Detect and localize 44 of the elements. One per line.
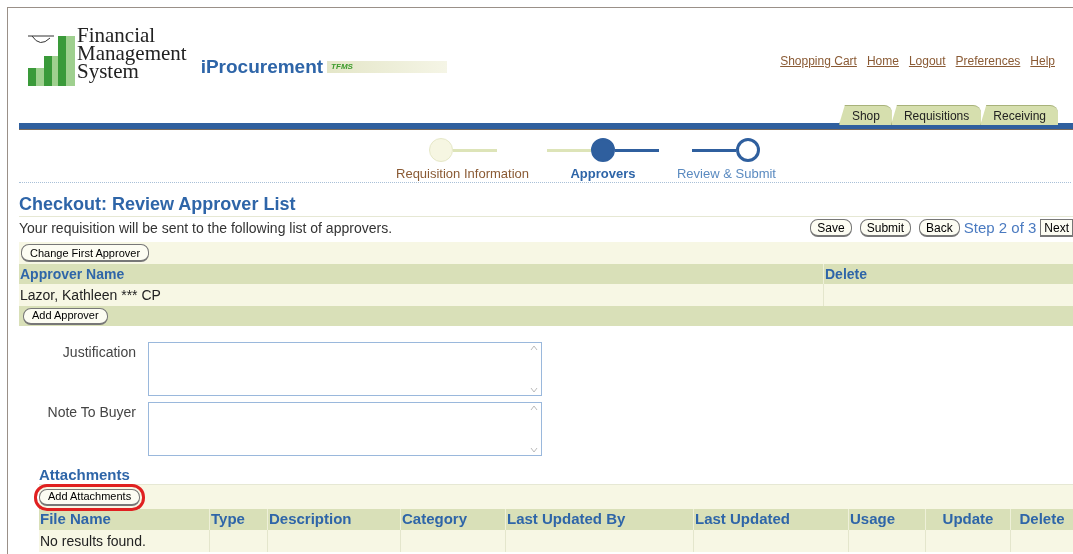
text-area[interactable] [148, 402, 542, 456]
table-cell-text: Lazor, Kathleen *** CP [19, 285, 162, 305]
column-header: Update [925, 509, 1010, 530]
column-header: Last Updated By [505, 509, 693, 530]
field-label: Note To Buyer [46, 403, 137, 422]
nav-tab[interactable]: Requisitions [890, 105, 982, 125]
action-button[interactable]: Save [810, 219, 852, 237]
header-link[interactable]: Preferences [955, 52, 1021, 70]
column-header: Category [400, 509, 505, 530]
next-button[interactable]: Next [1040, 219, 1073, 237]
column-header: Description [267, 509, 400, 530]
column-header: File Name [39, 509, 112, 530]
header-link[interactable]: Help [1030, 52, 1055, 70]
column-header: Type [209, 509, 267, 530]
column-header: Delete [823, 264, 1073, 284]
app-badge: TFMS [327, 61, 448, 74]
column-header: Usage [848, 509, 925, 530]
action-button[interactable]: Back [919, 219, 960, 237]
scroll-down-icon[interactable] [529, 385, 539, 395]
app-title: iProcurement [200, 55, 324, 79]
instruction-text: Your requisition will be sent to the following list of approvers. [19, 218, 393, 238]
scroll-down-icon[interactable] [529, 445, 539, 455]
section-heading: Attachments [39, 466, 131, 484]
header-link[interactable]: Logout [908, 52, 946, 70]
nav-tab[interactable]: Shop [838, 105, 892, 125]
action-button[interactable]: Submit [859, 219, 912, 237]
header-link[interactable]: Shopping Cart [780, 52, 857, 70]
scroll-up-icon[interactable] [529, 343, 539, 353]
step-indicator: Step 2 of 3 [963, 217, 1037, 238]
empty-message: No results found. [40, 531, 146, 551]
column-header: Delete [1010, 509, 1073, 530]
add-approver-button[interactable]: Add Approver [23, 307, 108, 325]
nav-tab[interactable]: Receiving [980, 105, 1058, 125]
column-header: Last Updated [693, 509, 848, 530]
change-first-approver-button[interactable]: Change First Approver [21, 244, 150, 262]
text-area[interactable] [148, 342, 542, 396]
column-header: Approver Name [19, 264, 126, 284]
field-label: Justification [61, 343, 137, 362]
header-link[interactable]: Home [866, 52, 899, 70]
scroll-up-icon[interactable] [529, 403, 539, 413]
step-label: Approvers [570, 165, 636, 183]
step-label: Review & Submit [677, 165, 776, 183]
page-title: Checkout: Review Approver List [19, 193, 1073, 217]
step-label: Requisition Information [396, 165, 529, 183]
